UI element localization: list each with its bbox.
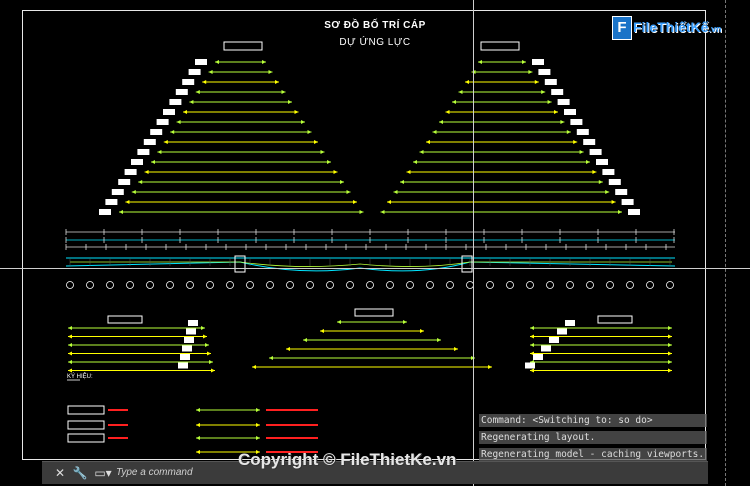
- close-icon[interactable]: ✕: [52, 465, 68, 481]
- recent-commands-icon[interactable]: ▭▾: [92, 465, 114, 481]
- viewport-edge-line: [725, 0, 726, 486]
- logo-f-icon: F: [612, 16, 632, 40]
- layout-sheet-border: [22, 10, 706, 460]
- crosshair-vertical: [473, 0, 474, 486]
- crosshair-horizontal: [0, 268, 750, 269]
- command-history: Command: <Switching to: so do> Regenerat…: [479, 414, 707, 465]
- copyright-watermark: Copyright © FileThietKe.vn: [238, 450, 457, 469]
- wrench-icon[interactable]: 🔧: [72, 465, 88, 481]
- command-history-line: Regenerating layout.: [479, 431, 707, 444]
- logo-text: FileThiếtKế.vn: [633, 19, 722, 35]
- command-history-line: Regenerating model - caching viewports.: [479, 448, 707, 461]
- site-logo: F FileThiếtKế.vn: [612, 14, 724, 42]
- cad-viewport[interactable]: { "drawing": { "title_line1": "SƠ ĐỒ BỐ …: [0, 0, 750, 486]
- command-history-line: Command: <Switching to: so do>: [479, 414, 707, 427]
